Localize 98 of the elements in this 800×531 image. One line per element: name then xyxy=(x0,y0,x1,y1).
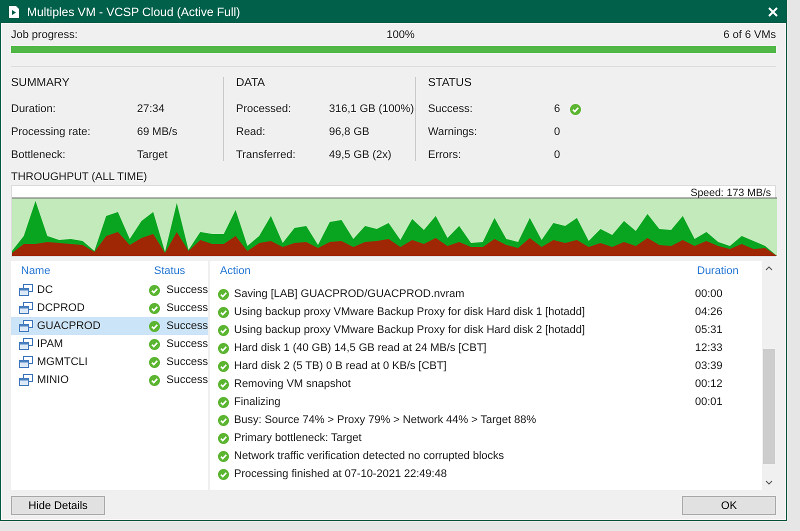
action-text: Busy: Source 74% > Proxy 79% > Network 44% > Target 88% xyxy=(234,414,536,426)
vm-status: Success xyxy=(166,302,208,314)
success-icon xyxy=(218,432,229,444)
vm-icon xyxy=(19,302,33,314)
vm-status: Success xyxy=(166,284,208,296)
success-icon xyxy=(218,324,229,336)
progress-label: Job progress: xyxy=(11,29,78,41)
progress-percent: 100% xyxy=(386,29,415,41)
vm-status: Success xyxy=(166,338,208,350)
success-icon xyxy=(149,374,160,386)
stat-label: Read: xyxy=(236,126,266,138)
vm-status: Success xyxy=(166,320,208,332)
close-icon[interactable] xyxy=(766,5,780,19)
stat-label: Processed: xyxy=(236,103,292,115)
vm-name: MINIO xyxy=(37,374,69,386)
action-text: Finalizing xyxy=(234,396,280,408)
section-heading: SUMMARY xyxy=(11,77,71,89)
success-icon xyxy=(218,342,229,354)
vm-status: Success xyxy=(166,374,208,386)
success-icon xyxy=(149,302,160,314)
scroll-up-icon[interactable] xyxy=(765,265,773,271)
progress-count: 6 of 6 VMs xyxy=(723,29,776,41)
action-text: Network traffic verification detected no corrupted blocks xyxy=(234,450,504,462)
vm-icon xyxy=(19,284,33,296)
success-icon xyxy=(218,450,229,462)
window-title: Multiples VM - VCSP Cloud (Active Full) xyxy=(27,5,242,19)
vm-row[interactable]: MGMTCLI Success xyxy=(11,353,208,371)
stat-value: 0 xyxy=(554,149,560,161)
success-icon xyxy=(218,378,229,390)
success-icon xyxy=(149,320,160,332)
action-text: Primary bottleneck: Target xyxy=(234,432,362,444)
action-duration: 03:39 xyxy=(694,360,723,372)
chart-title: THROUGHPUT (ALL TIME) xyxy=(11,171,148,183)
vm-row[interactable]: MINIO Success xyxy=(11,371,208,389)
stat-value: 96,8 GB xyxy=(329,126,370,138)
action-text: Removing VM snapshot xyxy=(234,378,351,390)
action-text: Using backup proxy VMware Backup Proxy for disk Hard disk 1 [hotadd] xyxy=(234,306,585,318)
stat-label: Success: xyxy=(428,103,474,115)
vm-status: Success xyxy=(166,356,208,368)
stat-label: Transferred: xyxy=(236,149,297,161)
stat-label: Bottleneck: xyxy=(11,149,66,161)
stat-value: 69 MB/s xyxy=(137,126,178,138)
hide-details-button[interactable]: Hide Details xyxy=(11,496,105,515)
vm-icon xyxy=(19,374,33,386)
stat-label: Warnings: xyxy=(428,126,478,138)
action-duration: 00:00 xyxy=(694,288,723,300)
success-icon xyxy=(218,396,229,408)
column-header[interactable]: Name xyxy=(11,265,144,277)
vm-name: DCPROD xyxy=(37,302,85,314)
vm-icon xyxy=(19,338,33,350)
job-icon xyxy=(7,5,21,19)
scroll-thumb[interactable] xyxy=(763,349,775,464)
action-duration: 04:26 xyxy=(694,306,723,318)
vm-name: DC xyxy=(37,284,53,296)
action-text: Saving [LAB] GUACPROD/GUACPROD.nvram xyxy=(234,288,464,300)
success-icon xyxy=(149,338,160,350)
action-text: Processing finished at 07-10-2021 22:49:48 xyxy=(234,468,447,480)
success-icon xyxy=(149,284,160,296)
section-heading: DATA xyxy=(236,77,266,89)
vm-icon xyxy=(19,320,33,332)
vm-row[interactable]: IPAM Success xyxy=(11,335,208,353)
scroll-down-icon[interactable] xyxy=(765,480,773,486)
column-header[interactable]: Duration xyxy=(687,265,739,277)
action-text: Hard disk 1 (40 GB) 14,5 GB read at 24 MB/s [CBT] xyxy=(234,342,486,354)
success-icon xyxy=(218,414,229,426)
success-icon xyxy=(218,360,229,372)
stat-value: 49,5 GB (2x) xyxy=(329,149,392,161)
section-heading: STATUS xyxy=(428,77,473,89)
vm-row[interactable]: DCPROD Success xyxy=(11,299,208,317)
vm-row[interactable]: GUACPROD Success xyxy=(11,317,208,335)
vm-name: MGMTCLI xyxy=(37,356,88,368)
vm-icon xyxy=(19,356,33,368)
vm-row[interactable]: DC Success xyxy=(11,281,208,299)
action-duration: 05:31 xyxy=(694,324,723,336)
action-duration: 12:33 xyxy=(694,342,723,354)
stat-value: 0 xyxy=(554,126,560,138)
stat-value: 316,1 GB (100%) xyxy=(329,103,414,115)
column-header[interactable]: Action xyxy=(210,265,687,277)
success-icon xyxy=(570,104,582,114)
success-icon xyxy=(218,306,229,318)
ok-button[interactable]: OK xyxy=(682,496,776,515)
action-duration: 00:01 xyxy=(694,396,723,408)
stat-value: Target xyxy=(137,149,168,161)
stat-label: Errors: xyxy=(428,149,462,161)
speed-label: Speed: 173 MB/s xyxy=(690,187,771,199)
stat-label: Processing rate: xyxy=(11,126,92,138)
stat-value: 6 xyxy=(554,103,560,115)
success-icon xyxy=(218,288,229,300)
action-text: Using backup proxy VMware Backup Proxy for disk Hard disk 2 [hotadd] xyxy=(234,324,585,336)
vm-name: GUACPROD xyxy=(37,320,101,332)
action-duration: 00:12 xyxy=(694,378,723,390)
column-header[interactable]: Status xyxy=(144,265,186,277)
success-icon xyxy=(149,356,160,368)
stat-label: Duration: xyxy=(11,103,57,115)
vm-name: IPAM xyxy=(37,338,64,350)
success-icon xyxy=(218,468,229,480)
action-text: Hard disk 2 (5 TB) 0 B read at 0 KB/s [CBT] xyxy=(234,360,447,372)
stat-value: 27:34 xyxy=(137,103,165,115)
